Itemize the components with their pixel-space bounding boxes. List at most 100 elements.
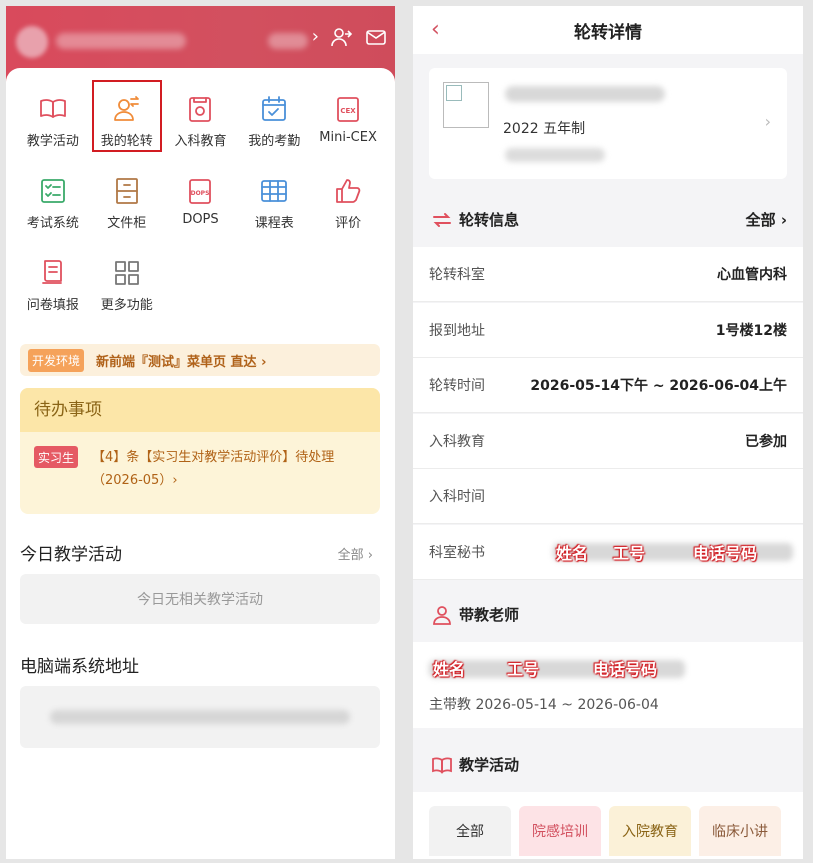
info-key: 轮转时间 (429, 378, 485, 394)
user-rotate-icon (112, 94, 142, 124)
person-icon (431, 604, 453, 626)
feature-label: 课程表 (254, 216, 294, 231)
profile-year: 2022 五年制 (503, 121, 586, 137)
profile-id-blurred (505, 148, 605, 162)
activity-section: 教学活动 (413, 738, 803, 792)
activity-tabs: 全部 院感培训 入院教育 临床小讲 (413, 792, 803, 859)
feature-user-rotate[interactable]: 我的轮转 (90, 78, 164, 154)
exam-icon (38, 176, 68, 206)
feature-label: 更多功能 (100, 298, 153, 313)
feature-dops[interactable]: DOPS DOPS (164, 160, 238, 236)
info-row: 入科时间 (413, 469, 803, 524)
todo-item[interactable]: 实习生 【4】条【实习生对教学活动评价】待处理（2026-05）› (20, 432, 380, 492)
chevron-right-icon: › (764, 112, 771, 131)
activity-tab[interactable]: 院感培训 (519, 806, 601, 856)
feature-table[interactable]: 课程表 (237, 160, 311, 236)
intern-badge: 实习生 (34, 446, 79, 468)
activity-tab[interactable]: 临床小讲 (699, 806, 781, 856)
chevron-right-icon[interactable]: › (312, 26, 319, 54)
switch-user-icon[interactable] (331, 26, 353, 54)
feature-more-grid[interactable]: 更多功能 (90, 242, 164, 318)
secretary-id: 工号 (613, 544, 646, 563)
dev-env-link[interactable]: 新前端『测试』菜单页 直达 › (96, 351, 266, 370)
info-value: 心血管内科 (717, 267, 787, 283)
feature-label: 教学活动 (26, 134, 79, 149)
page-title: 轮转详情 (574, 23, 642, 43)
feature-label: DOPS (182, 212, 219, 227)
feature-label: 入科教育 (174, 134, 227, 149)
teacher-phone[interactable]: 电话号码 (593, 656, 657, 680)
pc-address-box[interactable] (20, 686, 380, 748)
svg-text:CEX: CEX (340, 107, 356, 115)
rotation-all-link[interactable]: 全部 › (746, 209, 787, 230)
header-actions: › (312, 26, 387, 54)
form-icon (38, 258, 68, 288)
info-row: 入科教育 已参加 (413, 413, 803, 469)
book-icon (38, 94, 68, 124)
activity-tab[interactable]: 入院教育 (609, 806, 691, 856)
thumbs-up-icon (333, 176, 363, 206)
feature-label: Mini-CEX (319, 130, 377, 145)
more-grid-icon (112, 258, 142, 288)
todo-card: 待办事项 实习生 【4】条【实习生对教学活动评价】待处理（2026-05）› (20, 388, 380, 514)
rotation-info-title: 轮转信息 (459, 211, 520, 229)
info-value: 已参加 (745, 433, 787, 450)
profile-card[interactable]: 2022 五年制 › (429, 68, 787, 179)
home-panel: › 教学活动 我的轮转 入科教育 我的考勤 CEX Mini-CEX 考试系统 文件柜 DOPS… (6, 6, 395, 859)
info-key: 入科教育 (429, 433, 485, 450)
feature-label: 评价 (335, 216, 362, 231)
teacher-card: 姓名 工号 电话号码 主带教 2026-05-14 ~ 2026-06-04 (413, 642, 803, 728)
home-card: 教学活动 我的轮转 入科教育 我的考勤 CEX Mini-CEX 考试系统 文件柜 DOPS DO… (6, 68, 395, 859)
table-icon (259, 176, 289, 206)
info-value: 2026-05-14下午 ~ 2026-06-04上午 (530, 378, 787, 394)
info-row: 轮转时间 2026-05-14下午 ~ 2026-06-04上午 (413, 358, 803, 413)
secretary-name: 姓名 (556, 544, 589, 563)
rotation-info-section: 轮转信息 全部 › (413, 193, 803, 247)
svg-text:DOPS: DOPS (191, 190, 210, 197)
rotate-icon (431, 209, 453, 231)
teacher-name: 姓名 (433, 660, 466, 679)
today-activity-title: 今日教学活动 (20, 545, 122, 565)
pc-address-blurred (50, 710, 350, 724)
secretary-phone[interactable]: 电话号码 (693, 540, 757, 564)
feature-label: 我的考勤 (248, 134, 301, 149)
info-row: 轮转科室 心血管内科 (413, 247, 803, 302)
user-name-blurred (56, 33, 186, 49)
teacher-title: 带教老师 (459, 606, 520, 624)
teacher-period: 主带教 2026-05-14 ~ 2026-06-04 (429, 697, 659, 713)
info-key: 科室秘书 (429, 544, 485, 561)
dev-env-badge: 开发环境 (28, 348, 85, 372)
info-key: 报到地址 (429, 322, 485, 339)
todo-text[interactable]: 【4】条【实习生对教学活动评价】待处理（2026-05）› (92, 446, 366, 492)
activity-title: 教学活动 (459, 756, 520, 774)
dev-env-banner[interactable]: 开发环境 新前端『测试』菜单页 直达 › (20, 344, 380, 376)
badge-book-icon (185, 94, 215, 124)
todo-title: 待办事项 (20, 388, 380, 432)
pc-address-title: 电脑端系统地址 (20, 657, 139, 677)
activity-tab[interactable]: 全部 (429, 806, 511, 856)
cex-icon: CEX (333, 94, 363, 124)
feature-label: 我的轮转 (100, 134, 153, 149)
feature-form[interactable]: 问卷填报 (16, 242, 90, 318)
feature-exam[interactable]: 考试系统 (16, 160, 90, 236)
teacher-id: 工号 (507, 660, 540, 679)
today-activity-more-link[interactable]: 全部 › (338, 544, 373, 563)
feature-cex[interactable]: CEX Mini-CEX (311, 78, 385, 154)
feature-book[interactable]: 教学活动 (16, 78, 90, 154)
feature-calendar-check[interactable]: 我的考勤 (237, 78, 311, 154)
calendar-check-icon (259, 94, 289, 124)
feature-label: 文件柜 (107, 216, 147, 231)
feature-cabinet[interactable]: 文件柜 (90, 160, 164, 236)
profile-name-blurred (505, 86, 665, 102)
book-icon (431, 754, 453, 776)
info-key: 入科时间 (429, 489, 485, 505)
feature-thumbs-up[interactable]: 评价 (311, 160, 385, 236)
dops-icon: DOPS (185, 176, 215, 206)
rotation-detail-panel: ‹ 轮转详情 2022 五年制 › 轮转信息 全部 › 轮转科室 心血管内科 报到地… (413, 6, 803, 859)
mail-icon[interactable] (365, 26, 387, 54)
teacher-section: 带教老师 (413, 588, 803, 642)
feature-badge-book[interactable]: 入科教育 (164, 78, 238, 154)
cabinet-icon (112, 176, 142, 206)
avatar[interactable] (16, 26, 48, 58)
today-activity-empty: 今日无相关教学活动 (20, 574, 380, 624)
